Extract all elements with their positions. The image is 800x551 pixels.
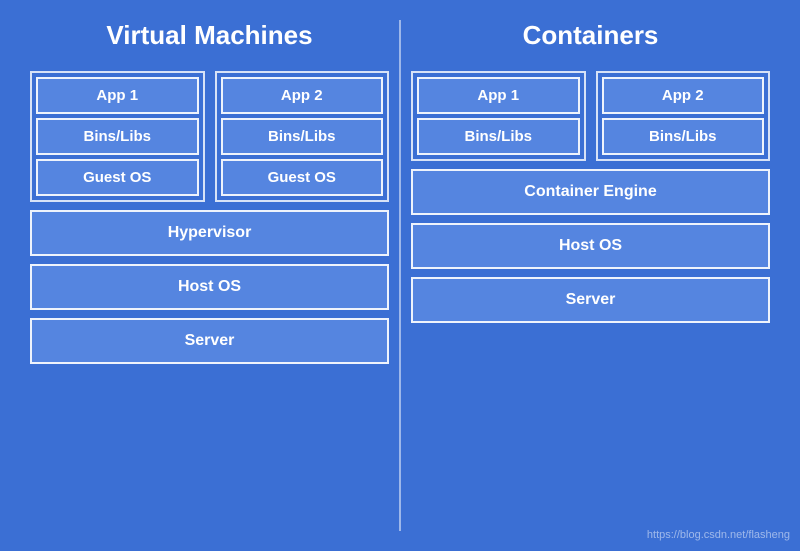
containers-boxes-area: App 1 Bins/Libs App 2 Bins/Libs Containe… [411, 71, 770, 531]
main-container: Virtual Machines App 1 Bins/Libs Guest O… [0, 0, 800, 551]
vm1-os: Guest OS [36, 159, 199, 196]
containers-column: Containers App 1 Bins/Libs App 2 Bins/Li… [411, 20, 770, 531]
containers-host-os-box: Host OS [411, 223, 770, 269]
vm-apps-row: App 1 Bins/Libs Guest OS App 2 Bins/Libs… [30, 71, 389, 202]
c1-bins: Bins/Libs [417, 118, 580, 155]
vm-group-1: App 1 Bins/Libs Guest OS [30, 71, 205, 202]
c2-app: App 2 [602, 77, 765, 114]
containers-apps-row: App 1 Bins/Libs App 2 Bins/Libs [411, 71, 770, 161]
vm-group-2: App 2 Bins/Libs Guest OS [215, 71, 390, 202]
vm2-bins: Bins/Libs [221, 118, 384, 155]
vm-column: Virtual Machines App 1 Bins/Libs Guest O… [30, 20, 389, 531]
vm-title: Virtual Machines [106, 20, 312, 51]
column-divider [399, 20, 401, 531]
containers-title: Containers [523, 20, 659, 51]
vm1-bins: Bins/Libs [36, 118, 199, 155]
container-group-2: App 2 Bins/Libs [596, 71, 771, 161]
hypervisor-box: Hypervisor [30, 210, 389, 256]
vm2-os: Guest OS [221, 159, 384, 196]
vm2-app: App 2 [221, 77, 384, 114]
containers-server-box: Server [411, 277, 770, 323]
c2-bins: Bins/Libs [602, 118, 765, 155]
vm-host-os-box: Host OS [30, 264, 389, 310]
c1-app: App 1 [417, 77, 580, 114]
vm-server-box: Server [30, 318, 389, 364]
container-group-1: App 1 Bins/Libs [411, 71, 586, 161]
vm-boxes-area: App 1 Bins/Libs Guest OS App 2 Bins/Libs… [30, 71, 389, 531]
container-engine-box: Container Engine [411, 169, 770, 215]
vm1-app: App 1 [36, 77, 199, 114]
watermark: https://blog.csdn.net/flasheng [647, 529, 790, 541]
